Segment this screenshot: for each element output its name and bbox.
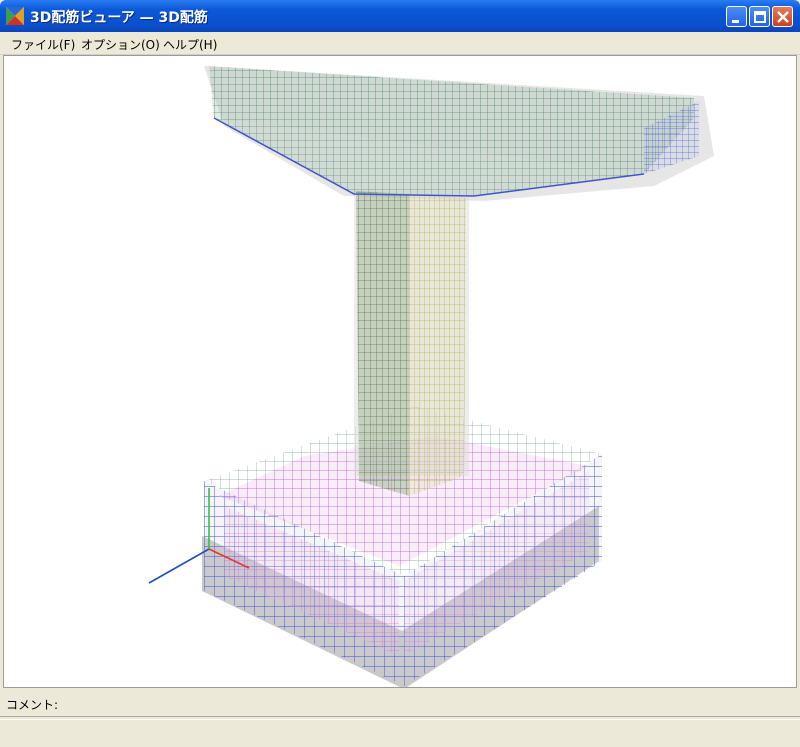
menu-file[interactable]: ファイル(F) [11, 36, 75, 53]
close-icon [777, 11, 789, 23]
rebar-model-render[interactable] [4, 56, 796, 689]
column-front-mesh [356, 191, 409, 496]
minimize-icon [732, 20, 739, 23]
minimize-button[interactable] [726, 6, 747, 27]
menu-options[interactable]: オプション(O) [81, 36, 160, 53]
comment-bar: コメント: [0, 690, 800, 716]
3d-viewport[interactable] [3, 55, 797, 689]
app-icon [6, 7, 24, 25]
comment-label: コメント: [6, 698, 59, 712]
window-title: 3D配筋ビューア — 3D配筋 [30, 10, 208, 26]
title-bar[interactable]: 3D配筋ビューア — 3D配筋 [0, 0, 800, 32]
close-button[interactable] [772, 6, 793, 27]
maximize-icon [754, 11, 766, 23]
menu-bar: ファイル(F) オプション(O) ヘルプ(H) [0, 32, 800, 55]
maximize-button[interactable] [749, 6, 770, 27]
column-side-mesh [409, 194, 466, 496]
axis-z [148, 548, 210, 584]
menu-help[interactable]: ヘルプ(H) [163, 36, 217, 53]
status-bar [0, 720, 800, 747]
app-window: 3D配筋ビューア — 3D配筋 ファイル(F) オプション(O) ヘルプ(H) [0, 0, 800, 747]
